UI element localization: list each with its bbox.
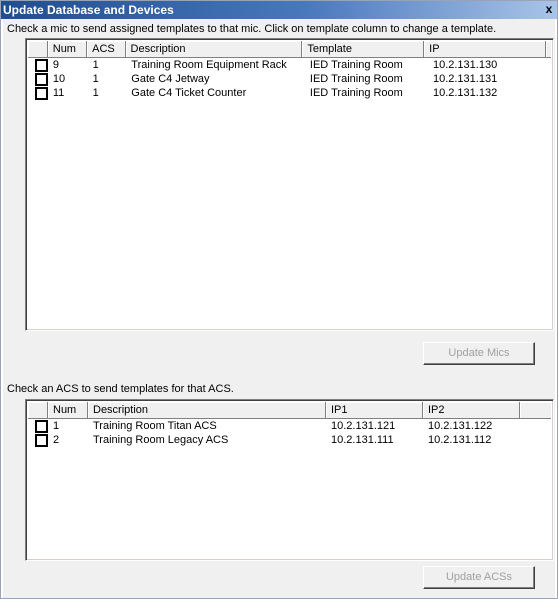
mics-col-ip[interactable]: IP — [424, 41, 547, 58]
acs-row[interactable]: 2 Training Room Legacy ACS 10.2.131.111 10.… — [28, 433, 551, 447]
mic-checkbox-cell — [28, 58, 48, 72]
update-database-dialog: Update Database and Devices x Check a mi… — [0, 0, 558, 599]
mic-cell-acs: 1 — [92, 87, 99, 99]
acs-checkbox-cell — [28, 419, 48, 433]
mics-list[interactable]: Num ACS Description Template IP 9 1 Traini… — [25, 38, 554, 331]
update-mics-button[interactable]: Update Mics — [423, 342, 535, 365]
acs-row[interactable]: 1 Training Room Titan ACS 10.2.131.121 10.2… — [28, 419, 551, 433]
acs-col-filler — [520, 402, 551, 419]
acs-cell-description: Training Room Titan ACS — [93, 420, 217, 432]
mics-col-filler — [546, 41, 552, 58]
mics-col-check[interactable] — [28, 41, 48, 58]
acs-rows: 1 Training Room Titan ACS 10.2.131.121 10.2… — [28, 419, 551, 447]
close-icon[interactable]: x — [542, 2, 556, 17]
mic-cell-ip: 10.2.131.130 — [432, 59, 498, 71]
mic-cell-description: Training Room Equipment Rack — [131, 59, 287, 71]
acs-checkbox-cell — [28, 433, 48, 447]
acs-col-check[interactable] — [28, 402, 48, 419]
mic-row[interactable]: 10 1 Gate C4 Jetway IED Training Room 10.2.1… — [28, 72, 551, 86]
mic-checkbox[interactable] — [35, 87, 48, 100]
mic-cell-acs: 1 — [92, 59, 99, 71]
mic-cell-ip: 10.2.131.132 — [432, 87, 498, 99]
mic-row[interactable]: 11 1 Gate C4 Ticket Counter IED Training Ro… — [28, 86, 551, 100]
window-title: Update Database and Devices — [3, 3, 174, 17]
mics-rows: 9 1 Training Room Equipment Rack IED Traini… — [28, 58, 551, 100]
mic-cell-description: Gate C4 Jetway — [131, 73, 210, 85]
mic-checkbox[interactable] — [35, 73, 48, 86]
acs-cell-ip1: 10.2.131.121 — [331, 420, 396, 432]
mic-cell-acs: 1 — [92, 73, 99, 85]
acs-cell-num: 1 — [53, 420, 60, 432]
acs-col-description[interactable]: Description — [88, 402, 326, 419]
acs-cell-ip1: 10.2.131.111 — [331, 434, 394, 446]
mic-cell-num: 10 — [52, 73, 66, 85]
acs-checkbox[interactable] — [35, 434, 48, 447]
update-acss-button[interactable]: Update ACSs — [423, 566, 535, 589]
acs-cell-num: 2 — [53, 434, 60, 446]
mic-checkbox-cell — [28, 86, 48, 100]
mics-col-description[interactable]: Description — [125, 41, 303, 58]
mic-cell-template[interactable]: IED Training Room — [305, 86, 428, 100]
mic-cell-template[interactable]: IED Training Room — [305, 58, 428, 72]
acs-instruction: Check an ACS to send templates for that … — [7, 383, 234, 395]
mics-instruction: Check a mic to send assigned templates t… — [7, 23, 497, 35]
mics-col-num[interactable]: Num — [47, 41, 88, 58]
mics-col-acs[interactable]: ACS — [87, 41, 126, 58]
acs-cell-ip2: 10.2.131.122 — [428, 420, 493, 432]
acs-col-ip2[interactable]: IP2 — [423, 402, 520, 419]
mic-checkbox[interactable] — [35, 59, 48, 72]
acs-header: Num Description IP1 IP2 — [28, 402, 551, 419]
acs-col-ip1[interactable]: IP1 — [326, 402, 423, 419]
mics-header: Num ACS Description Template IP — [28, 41, 552, 58]
mic-cell-description: Gate C4 Ticket Counter — [131, 87, 247, 99]
mic-checkbox-cell — [28, 72, 48, 86]
acs-list[interactable]: Num Description IP1 IP2 1 Training Room T… — [25, 399, 554, 561]
mic-cell-ip: 10.2.131.131 — [432, 73, 498, 85]
mics-col-template[interactable]: Template — [302, 41, 425, 58]
acs-cell-ip2: 10.2.131.112 — [428, 434, 492, 446]
acs-cell-description: Training Room Legacy ACS — [93, 434, 229, 446]
dialog-body: Check a mic to send assigned templates t… — [3, 19, 555, 598]
acs-col-num[interactable]: Num — [48, 402, 88, 419]
mic-cell-num: 11 — [52, 87, 65, 99]
title-bar: Update Database and Devices x — [1, 1, 557, 19]
mic-row[interactable]: 9 1 Training Room Equipment Rack IED Traini… — [28, 58, 551, 72]
mic-cell-num: 9 — [52, 59, 59, 71]
acs-checkbox[interactable] — [35, 420, 48, 433]
mic-cell-template[interactable]: IED Training Room — [305, 72, 428, 86]
